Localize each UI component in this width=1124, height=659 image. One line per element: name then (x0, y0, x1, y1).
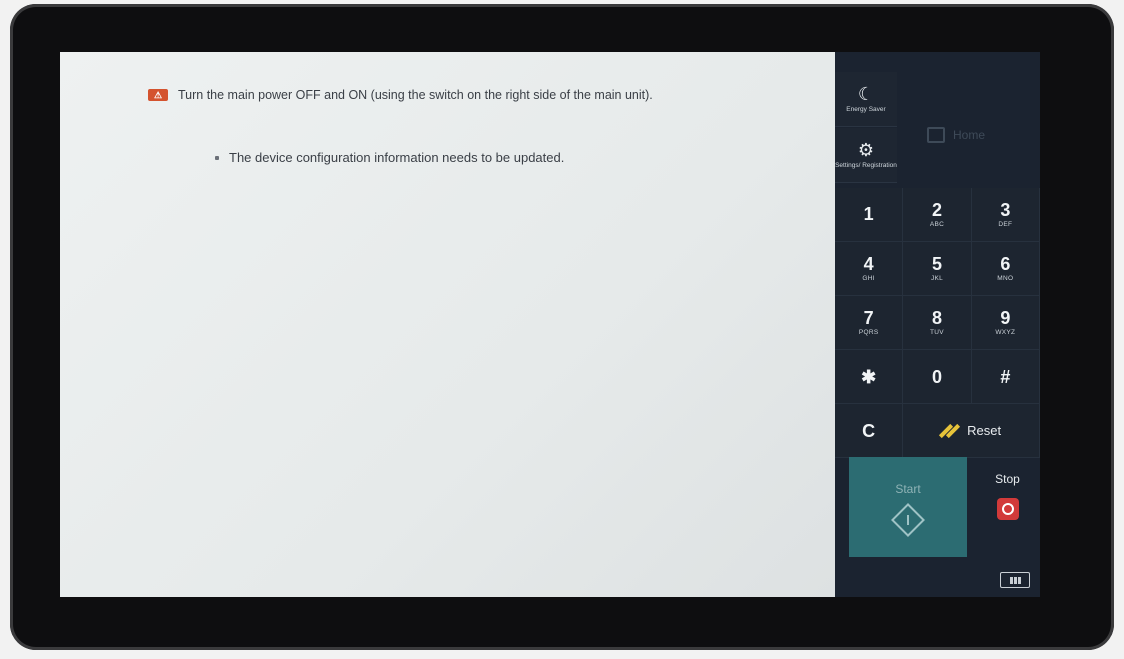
key-1[interactable]: 1 (835, 188, 904, 242)
touch-screen: ⚠ Turn the main power OFF and ON (using … (60, 52, 1040, 597)
key-6[interactable]: 6 MNO (971, 242, 1040, 296)
key-digit: 2 (931, 200, 942, 220)
key-letters: PQRS (858, 329, 879, 336)
detail-row: The device configuration information nee… (215, 150, 564, 165)
key-letters: WXYZ (995, 329, 1016, 336)
key-digit: 6 (1000, 254, 1011, 274)
key-7[interactable]: 7 PQRS (835, 296, 904, 350)
key-digit: # (1000, 366, 1011, 387)
key-letters: ABC (929, 221, 945, 228)
key-5[interactable]: 5 JKL (903, 242, 972, 296)
bullet-icon (215, 155, 219, 160)
key-0[interactable]: 0 (903, 350, 972, 404)
numeric-keypad: 1 2 ABC 3 DEF 4 GHI 5 JKL 6 MNO 7 PQRS 8 TUV 9W… (835, 188, 1040, 458)
reset-label: Reset (967, 423, 1002, 438)
energy-saver-label: Energy Saver (846, 105, 886, 113)
control-panel: ☾ Energy Saver ⚙ Settings/ Registration … (835, 52, 1040, 597)
reset-button[interactable]: Reset (903, 404, 1040, 458)
message-area: ⚠ Turn the main power OFF and ON (using … (60, 52, 835, 597)
key-digit: 0 (931, 366, 942, 387)
settings-registration-button[interactable]: ⚙ Settings/ Registration (835, 128, 897, 183)
counter-icon (1009, 576, 1013, 584)
stop-button[interactable]: Stop (975, 472, 1040, 552)
start-icon (891, 503, 925, 537)
home-button[interactable]: Home (899, 108, 1040, 162)
reset-icon (941, 424, 957, 438)
detail-message: The device configuration information nee… (229, 150, 565, 165)
key-2[interactable]: 2 ABC (903, 188, 972, 242)
home-icon (927, 127, 945, 143)
key-letters: GHI (862, 275, 875, 282)
clear-button[interactable]: C (835, 404, 904, 458)
key-letters: MNO (997, 275, 1014, 282)
key-digit: 4 (863, 254, 874, 274)
key-4[interactable]: 4 GHI (835, 242, 904, 296)
key-digit: 7 (863, 308, 874, 328)
warning-icon: ⚠ (148, 89, 168, 101)
key-asterisk[interactable]: ✱ (835, 350, 904, 404)
key-letters: DEF (998, 221, 1013, 228)
energy-saver-button[interactable]: ☾ Energy Saver (835, 72, 897, 127)
settings-label: Settings/ Registration (835, 161, 897, 169)
key-digit: 9 (1000, 308, 1011, 328)
key-digit: 3 (1000, 200, 1011, 220)
key-digit: 1 (863, 203, 874, 224)
stop-icon (996, 498, 1019, 520)
key-hash[interactable]: # (971, 350, 1040, 404)
gear-icon: ⚙ (857, 139, 875, 160)
error-message: Turn the main power OFF and ON (using th… (178, 88, 653, 102)
counter-icon (1013, 576, 1017, 584)
start-label: Start (895, 482, 921, 496)
key-8[interactable]: 8 TUV (903, 296, 972, 350)
key-3[interactable]: 3 DEF (971, 188, 1040, 242)
home-label: Home (953, 128, 986, 142)
key-9[interactable]: 9 WXYZ (971, 296, 1040, 350)
key-digit: 8 (931, 308, 942, 328)
key-digit: 5 (931, 254, 942, 274)
key-digit: ✱ (861, 366, 877, 387)
clear-label: C (862, 420, 876, 441)
error-message-row: ⚠ Turn the main power OFF and ON (using … (148, 88, 653, 102)
counter-icon (1017, 576, 1021, 584)
start-button[interactable]: Start (849, 457, 967, 557)
stop-label: Stop (995, 472, 1020, 486)
key-letters: TUV (930, 329, 944, 336)
moon-icon: ☾ (857, 83, 875, 104)
key-letters: JKL (930, 275, 944, 282)
counter-check-button[interactable] (1000, 572, 1030, 588)
